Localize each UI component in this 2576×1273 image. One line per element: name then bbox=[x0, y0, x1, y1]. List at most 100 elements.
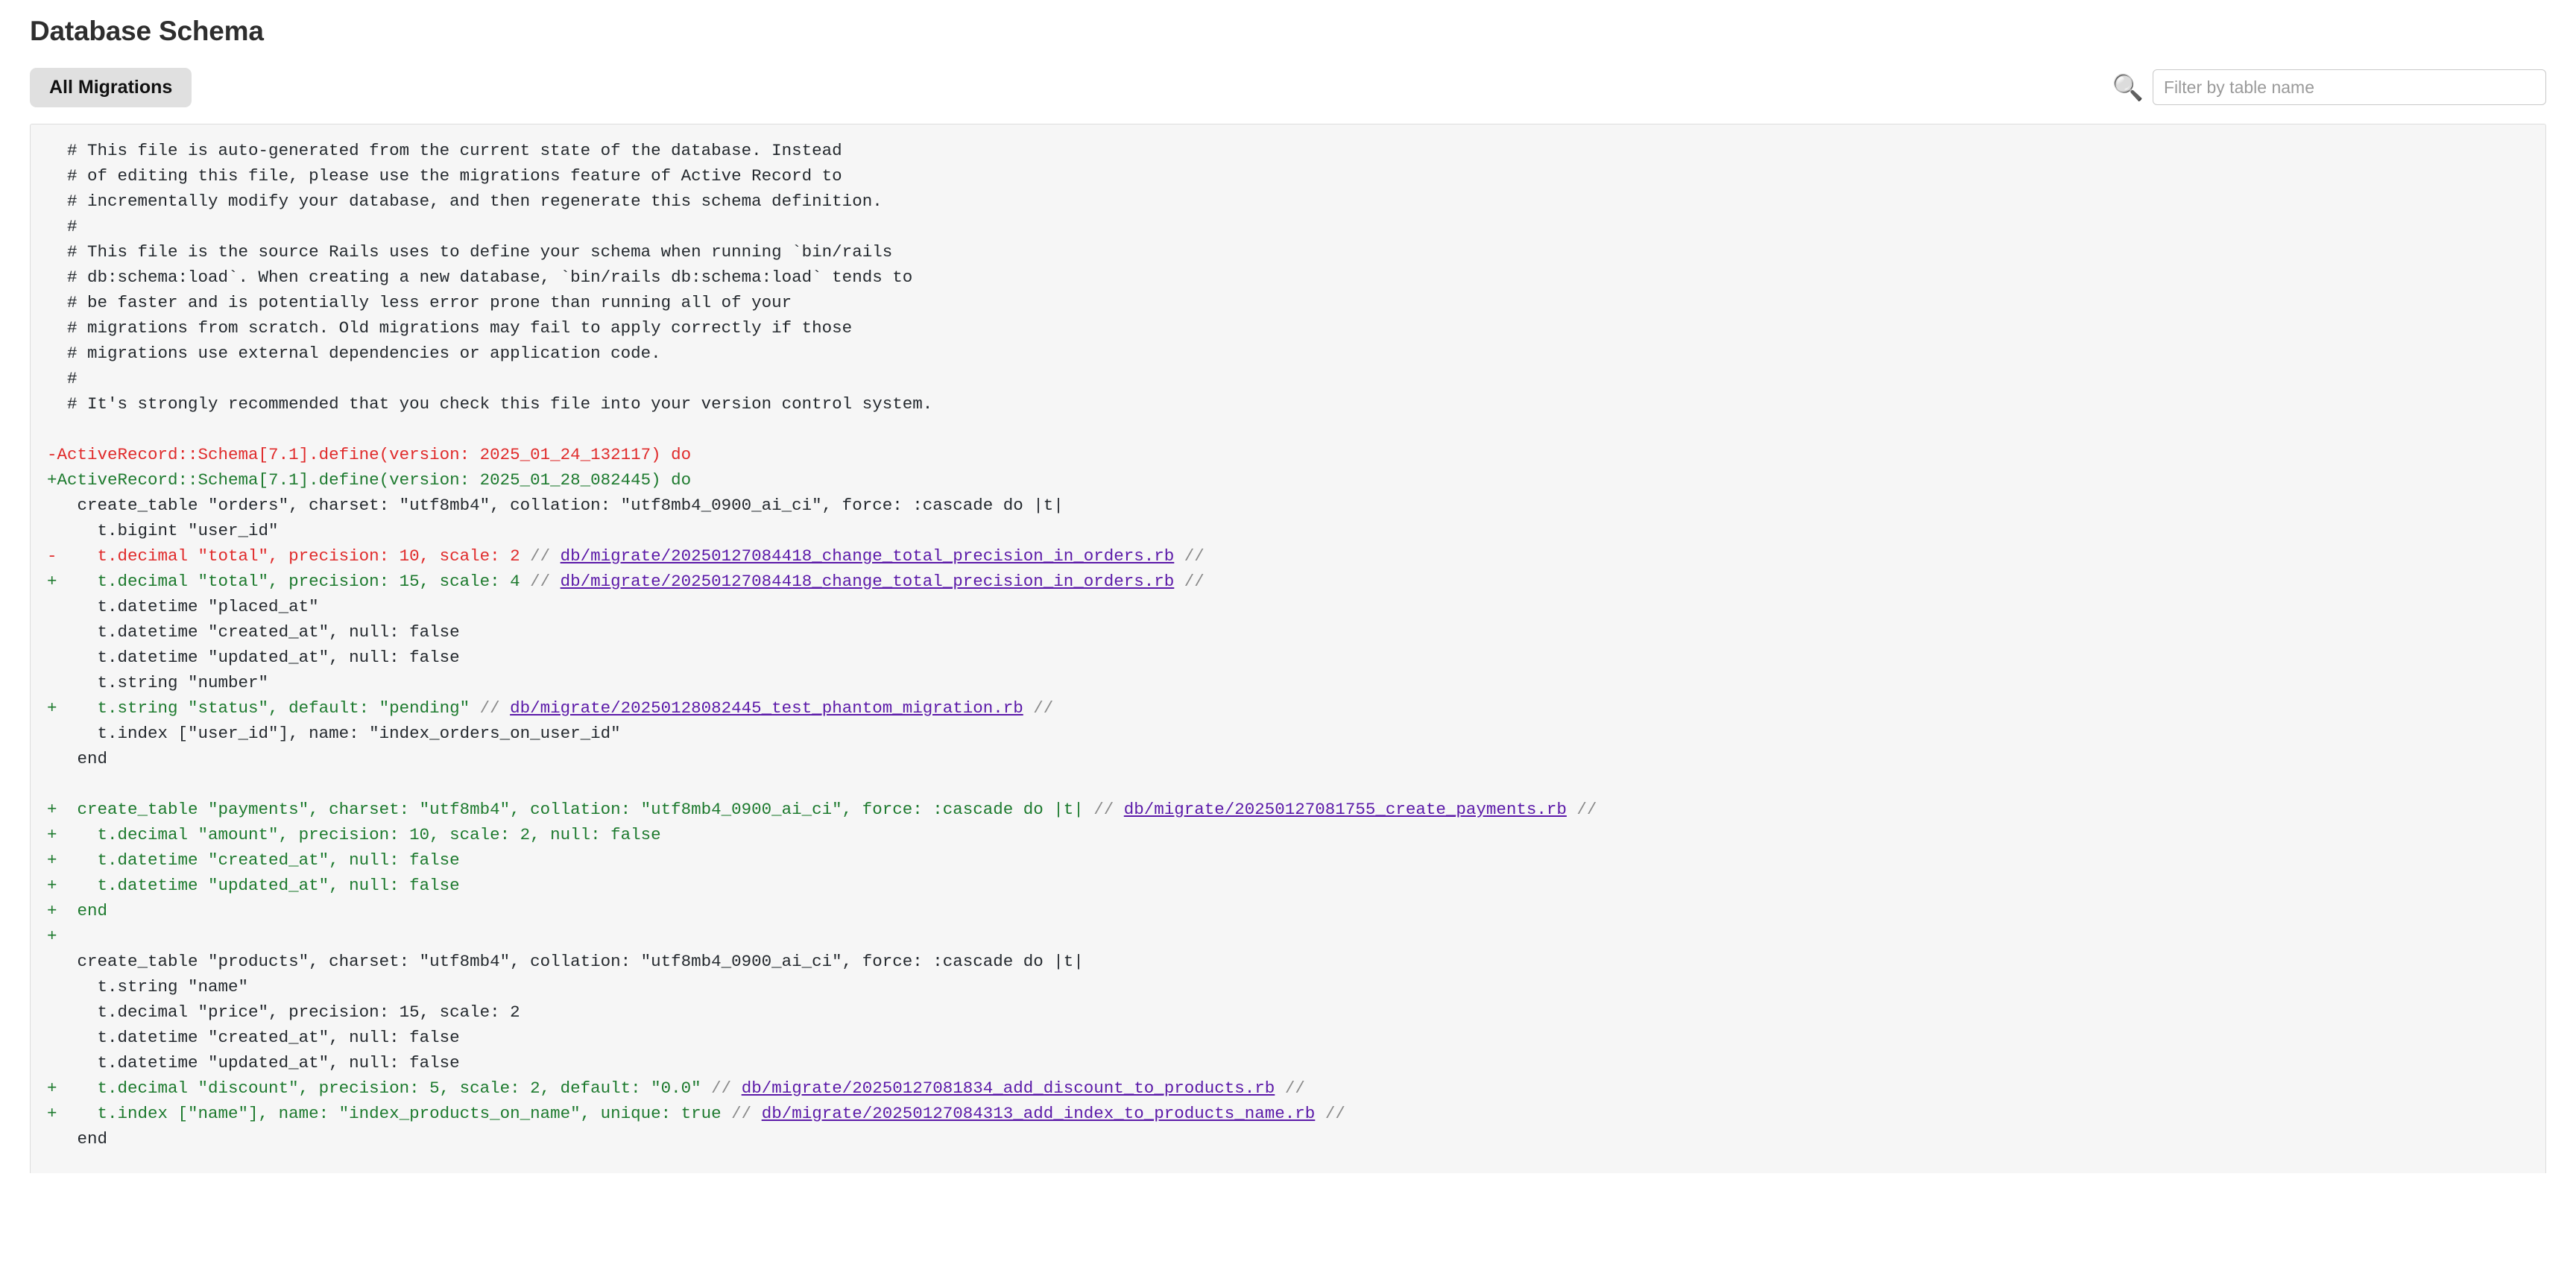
diff-line-text: t.datetime "updated_at", null: false bbox=[57, 647, 460, 667]
migration-file-link[interactable]: db/migrate/20250127081755_create_payment… bbox=[1124, 800, 1567, 819]
diff-line-text: end bbox=[57, 1128, 108, 1149]
diff-marker bbox=[47, 268, 57, 287]
diff-line-text: create_table "products", charset: "utf8m… bbox=[57, 951, 1084, 971]
diff-line: t.string "number" bbox=[31, 670, 2545, 695]
diff-marker bbox=[47, 597, 57, 616]
diff-line-text: t.datetime "created_at", null: false bbox=[57, 850, 460, 870]
toolbar-left-group: All Migrations bbox=[30, 67, 192, 107]
diff-marker bbox=[47, 242, 57, 262]
diff-line-text: # migrations from scratch. Old migration… bbox=[57, 318, 853, 338]
diff-line-text: t.decimal "total", precision: 10, scale:… bbox=[57, 546, 531, 566]
diff-line: # be faster and is potentially less erro… bbox=[31, 290, 2545, 315]
diff-marker bbox=[47, 496, 57, 515]
diff-line: + t.string "status", default: "pending" … bbox=[31, 695, 2545, 721]
diff-line-text: t.index ["user_id"], name: "index_orders… bbox=[57, 723, 621, 743]
diff-marker bbox=[47, 1028, 57, 1047]
diff-marker bbox=[47, 369, 57, 388]
diff-line-text: # be faster and is potentially less erro… bbox=[57, 292, 792, 312]
diff-line-text: t.decimal "price", precision: 15, scale:… bbox=[57, 1002, 520, 1022]
diff-marker bbox=[47, 952, 57, 971]
diff-marker: + bbox=[47, 926, 57, 946]
diff-comment-tail: // bbox=[1566, 799, 1597, 819]
diff-line: t.datetime "created_at", null: false bbox=[31, 619, 2545, 645]
toolbar-right-group: 🔍 bbox=[2112, 69, 2546, 106]
diff-marker: + bbox=[47, 799, 57, 819]
diff-comment-tail: // bbox=[1174, 571, 1205, 591]
diff-marker: + bbox=[47, 824, 57, 844]
migration-file-link[interactable]: db/migrate/20250128082445_test_phantom_m… bbox=[510, 698, 1023, 718]
filter-by-table-name-input[interactable] bbox=[2153, 69, 2546, 106]
diff-comment-separator: // bbox=[731, 1103, 762, 1123]
diff-line-text: t.decimal "discount", precision: 5, scal… bbox=[57, 1078, 712, 1098]
diff-marker bbox=[47, 622, 57, 642]
migration-file-link[interactable]: db/migrate/20250127084313_add_index_to_p… bbox=[762, 1104, 1316, 1123]
diff-line-text: # This file is the source Rails uses to … bbox=[57, 241, 893, 262]
diff-comment-separator: // bbox=[530, 546, 561, 566]
diff-line: # db:schema:load`. When creating a new d… bbox=[31, 265, 2545, 290]
tab-all-migrations[interactable]: All Migrations bbox=[30, 67, 192, 107]
diff-line: + t.index ["name"], name: "index_product… bbox=[31, 1101, 2545, 1126]
diff-marker bbox=[47, 394, 57, 414]
diff-comment-separator: // bbox=[711, 1078, 742, 1098]
diff-line: # incrementally modify your database, an… bbox=[31, 189, 2545, 214]
diff-marker bbox=[47, 141, 57, 160]
diff-marker bbox=[47, 724, 57, 743]
diff-line: - t.decimal "total", precision: 10, scal… bbox=[31, 543, 2545, 569]
diff-line: t.datetime "placed_at" bbox=[31, 594, 2545, 619]
diff-marker bbox=[47, 1002, 57, 1022]
diff-marker: + bbox=[47, 900, 57, 920]
diff-line: t.string "name" bbox=[31, 974, 2545, 999]
diff-comment-separator: // bbox=[1093, 799, 1124, 819]
schema-diff-panel: # This file is auto-generated from the c… bbox=[30, 123, 2546, 1173]
diff-line: # migrations use external dependencies o… bbox=[31, 341, 2545, 366]
diff-line-text: t.string "name" bbox=[57, 976, 249, 996]
diff-line-text: create_table "payments", charset: "utf8m… bbox=[57, 799, 1094, 819]
diff-line: + t.datetime "updated_at", null: false bbox=[31, 873, 2545, 898]
diff-line bbox=[31, 417, 2545, 442]
diff-line: end bbox=[31, 746, 2545, 771]
diff-line-text: # migrations use external dependencies o… bbox=[57, 343, 661, 363]
page-root: Database Schema All Migrations 🔍 # This … bbox=[0, 0, 2576, 1173]
diff-marker: - bbox=[47, 546, 57, 566]
diff-line-text: t.string "status", default: "pending" bbox=[57, 698, 480, 718]
diff-comment-tail: // bbox=[1315, 1103, 1345, 1123]
diff-line: create_table "orders", charset: "utf8mb4… bbox=[31, 493, 2545, 518]
diff-line-text: t.index ["name"], name: "index_products_… bbox=[57, 1103, 732, 1123]
diff-marker: - bbox=[47, 444, 57, 464]
diff-marker: + bbox=[47, 1103, 57, 1123]
page-title: Database Schema bbox=[30, 16, 264, 46]
diff-line-text: t.datetime "created_at", null: false bbox=[57, 1027, 460, 1047]
diff-line: # bbox=[31, 366, 2545, 391]
diff-marker: + bbox=[47, 571, 57, 591]
diff-line: + t.decimal "total", precision: 15, scal… bbox=[31, 569, 2545, 594]
diff-line: -ActiveRecord::Schema[7.1].define(versio… bbox=[31, 442, 2545, 467]
diff-marker bbox=[47, 318, 57, 338]
migration-file-link[interactable]: db/migrate/20250127084418_change_total_p… bbox=[561, 572, 1175, 591]
diff-marker bbox=[47, 344, 57, 363]
diff-line: # This file is auto-generated from the c… bbox=[31, 138, 2545, 163]
migration-file-link[interactable]: db/migrate/20250127081834_add_discount_t… bbox=[742, 1078, 1275, 1098]
migration-file-link[interactable]: db/migrate/20250127084418_change_total_p… bbox=[561, 546, 1175, 566]
diff-line-text: t.decimal "total", precision: 15, scale:… bbox=[57, 571, 531, 591]
diff-line: end bbox=[31, 1126, 2545, 1152]
diff-line-text: end bbox=[57, 748, 108, 768]
diff-line-text: # of editing this file, please use the m… bbox=[57, 165, 842, 186]
diff-marker bbox=[47, 192, 57, 211]
diff-line-text: t.datetime "updated_at", null: false bbox=[57, 1052, 460, 1073]
diff-line: + create_table "payments", charset: "utf… bbox=[31, 797, 2545, 822]
diff-line: # migrations from scratch. Old migration… bbox=[31, 315, 2545, 341]
diff-line: # of editing this file, please use the m… bbox=[31, 163, 2545, 189]
diff-marker bbox=[47, 977, 57, 996]
diff-comment-tail: // bbox=[1023, 698, 1054, 718]
diff-line bbox=[31, 771, 2545, 797]
diff-line-text: ActiveRecord::Schema[7.1].define(version… bbox=[57, 444, 692, 464]
diff-line-text: # bbox=[57, 216, 78, 236]
schema-diff-lines: # This file is auto-generated from the c… bbox=[31, 138, 2545, 1152]
diff-line-text: # incrementally modify your database, an… bbox=[57, 191, 883, 211]
diff-line-text: t.datetime "placed_at" bbox=[57, 596, 319, 616]
diff-marker bbox=[47, 749, 57, 768]
diff-line: t.datetime "updated_at", null: false bbox=[31, 645, 2545, 670]
diff-line: + t.datetime "created_at", null: false bbox=[31, 847, 2545, 873]
diff-marker bbox=[47, 521, 57, 540]
diff-line: t.datetime "updated_at", null: false bbox=[31, 1050, 2545, 1075]
